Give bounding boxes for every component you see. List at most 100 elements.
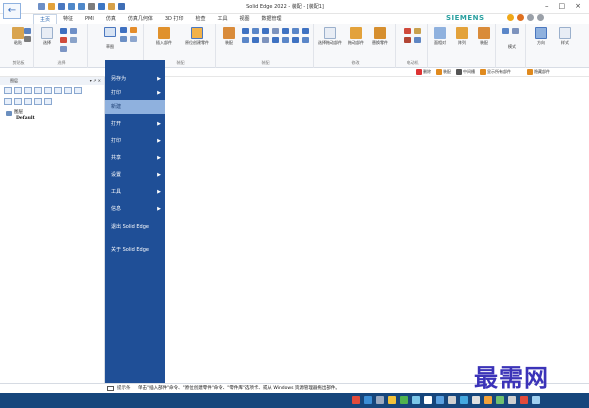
app-menu-item[interactable]: 新建: [105, 100, 165, 114]
taskbar-app-icon-5[interactable]: [400, 396, 408, 404]
tree-item-default[interactable]: Default: [6, 116, 104, 122]
angle-icon[interactable]: [302, 28, 309, 34]
cam-icon[interactable]: [252, 37, 259, 43]
taskbar-app-icon-6[interactable]: [412, 396, 420, 404]
taskbar-app-icon-14[interactable]: [508, 396, 516, 404]
taskbar-app-icon-16[interactable]: [532, 396, 540, 404]
prompt-bar-icon[interactable]: [107, 386, 114, 391]
layer-tool-icon-6[interactable]: [54, 87, 62, 94]
tab-pmi[interactable]: PMI: [79, 14, 100, 24]
taskbar-app-icon-10[interactable]: [460, 396, 468, 404]
layer-tool-icon-11[interactable]: [24, 98, 32, 105]
app-menu-item[interactable]: 关于 Solid Edge: [105, 243, 165, 257]
orient-button[interactable]: 方向: [530, 27, 552, 46]
face-relate-button[interactable]: 面相对: [430, 27, 450, 46]
taskbar-app-icon-12[interactable]: [484, 396, 492, 404]
mode-button[interactable]: 模式: [500, 44, 524, 50]
layer-tool-icon-9[interactable]: [4, 98, 12, 105]
layer-tool-icon-12[interactable]: [34, 98, 42, 105]
gear-relation-icon[interactable]: [262, 37, 269, 43]
app-menu-item[interactable]: 工具 ▶: [105, 185, 165, 199]
layer-tool-icon-10[interactable]: [14, 98, 22, 105]
redo-icon[interactable]: [78, 3, 85, 10]
arc-icon[interactable]: [130, 27, 137, 33]
circle-icon[interactable]: [130, 36, 137, 42]
mode-icon-1[interactable]: [502, 28, 509, 34]
ground-icon[interactable]: [282, 37, 289, 43]
planar-icon[interactable]: [272, 28, 279, 34]
taskbar-app-icon-13[interactable]: [496, 396, 504, 404]
tab-features[interactable]: 特征: [57, 14, 79, 24]
taskbar-app-icon-3[interactable]: [376, 396, 384, 404]
tangent-icon[interactable]: [242, 37, 249, 43]
select-tool-icon[interactable]: [70, 28, 77, 34]
print-icon[interactable]: [88, 3, 95, 10]
smiley-icon[interactable]: [507, 14, 514, 21]
layer-tool-icon-13[interactable]: [44, 98, 52, 105]
axial-icon[interactable]: [282, 28, 289, 34]
save-icon[interactable]: [58, 3, 65, 10]
app-menu-item[interactable]: 信息 ▶: [105, 202, 165, 216]
tab-3d-print[interactable]: 3D 打印: [159, 14, 190, 24]
taskbar-app-icon-4[interactable]: [388, 396, 396, 404]
create-in-place-button[interactable]: 原位创建零件: [180, 27, 214, 46]
tab-data-management[interactable]: 数据管理: [256, 14, 288, 24]
layer-tool-icon-3[interactable]: [24, 87, 32, 94]
layer-tool-icon-5[interactable]: [44, 87, 52, 94]
taskbar-app-icon-11[interactable]: [472, 396, 480, 404]
mode-icon-2[interactable]: [512, 28, 519, 34]
align-icon[interactable]: [252, 28, 259, 34]
app-menu-item[interactable]: 打印 ▶: [105, 86, 165, 100]
sketch-icon[interactable]: [104, 27, 116, 37]
taskbar-app-icon-15[interactable]: [520, 396, 528, 404]
middle-slot-command[interactable]: 中间槽: [456, 69, 475, 75]
app-menu-item[interactable]: 设置 ▶: [105, 168, 165, 182]
motor-stop-icon[interactable]: [404, 37, 411, 43]
motor-settings-icon[interactable]: [414, 37, 421, 43]
taskbar-app-icon-2[interactable]: [364, 396, 372, 404]
new-file-icon[interactable]: [38, 3, 45, 10]
layer-tool-icon-7[interactable]: [64, 87, 72, 94]
assembly-button[interactable]: 装配: [474, 27, 494, 46]
back-arrow-icon[interactable]: ←: [3, 3, 21, 19]
undo-icon[interactable]: [68, 3, 75, 10]
line-icon[interactable]: [120, 27, 127, 33]
app-menu-item[interactable]: 共享 ▶: [105, 151, 165, 165]
app-menu-item[interactable]: 打开 ▶: [105, 117, 165, 131]
delete-command[interactable]: 删除: [416, 69, 431, 75]
layer-tool-icon-2[interactable]: [14, 87, 22, 94]
app-menu-item[interactable]: 打印 ▶: [105, 134, 165, 148]
taskbar-app-icon-8[interactable]: [436, 396, 444, 404]
tab-tools[interactable]: 工具: [212, 14, 234, 24]
taskbar-app-icon-9[interactable]: [448, 396, 456, 404]
settings-icon[interactable]: [527, 14, 534, 21]
layer-tool-icon-8[interactable]: [74, 87, 82, 94]
help-icon[interactable]: [517, 14, 524, 21]
close-button[interactable]: ×: [575, 2, 581, 10]
taskbar-app-icon-7[interactable]: [424, 396, 432, 404]
open-file-icon[interactable]: [48, 3, 55, 10]
cut-icon[interactable]: [98, 3, 105, 10]
ribbon-collapse-icon[interactable]: [537, 14, 544, 21]
center-plane-icon[interactable]: [302, 37, 309, 43]
mate-icon[interactable]: [242, 28, 249, 34]
insert-relation-icon[interactable]: [262, 28, 269, 34]
tab-simulation[interactable]: 仿真: [100, 14, 122, 24]
drag-component-button[interactable]: 拖动部件: [344, 27, 368, 46]
motor-simulate-icon[interactable]: [414, 28, 421, 34]
app-menu-item[interactable]: 另存为 ▶: [105, 72, 165, 86]
select-filter-icon[interactable]: [60, 28, 67, 34]
pin-icon[interactable]: ▾ ↗ ×: [90, 77, 101, 85]
motor-icon[interactable]: [404, 28, 411, 34]
tab-home[interactable]: 主页: [33, 14, 58, 24]
select-option-icon[interactable]: [70, 37, 77, 43]
match-coordinate-icon[interactable]: [292, 37, 299, 43]
maximize-button[interactable]: □: [559, 2, 566, 10]
app-menu-item[interactable]: 退出 Solid Edge: [105, 220, 165, 234]
copy-icon[interactable]: [24, 36, 31, 42]
select-all-icon[interactable]: [60, 46, 67, 52]
connect-icon[interactable]: [292, 28, 299, 34]
assemble-command[interactable]: 装配: [436, 69, 451, 75]
layer-tool-icon-1[interactable]: [4, 87, 12, 94]
rectangle-icon[interactable]: [120, 36, 127, 42]
